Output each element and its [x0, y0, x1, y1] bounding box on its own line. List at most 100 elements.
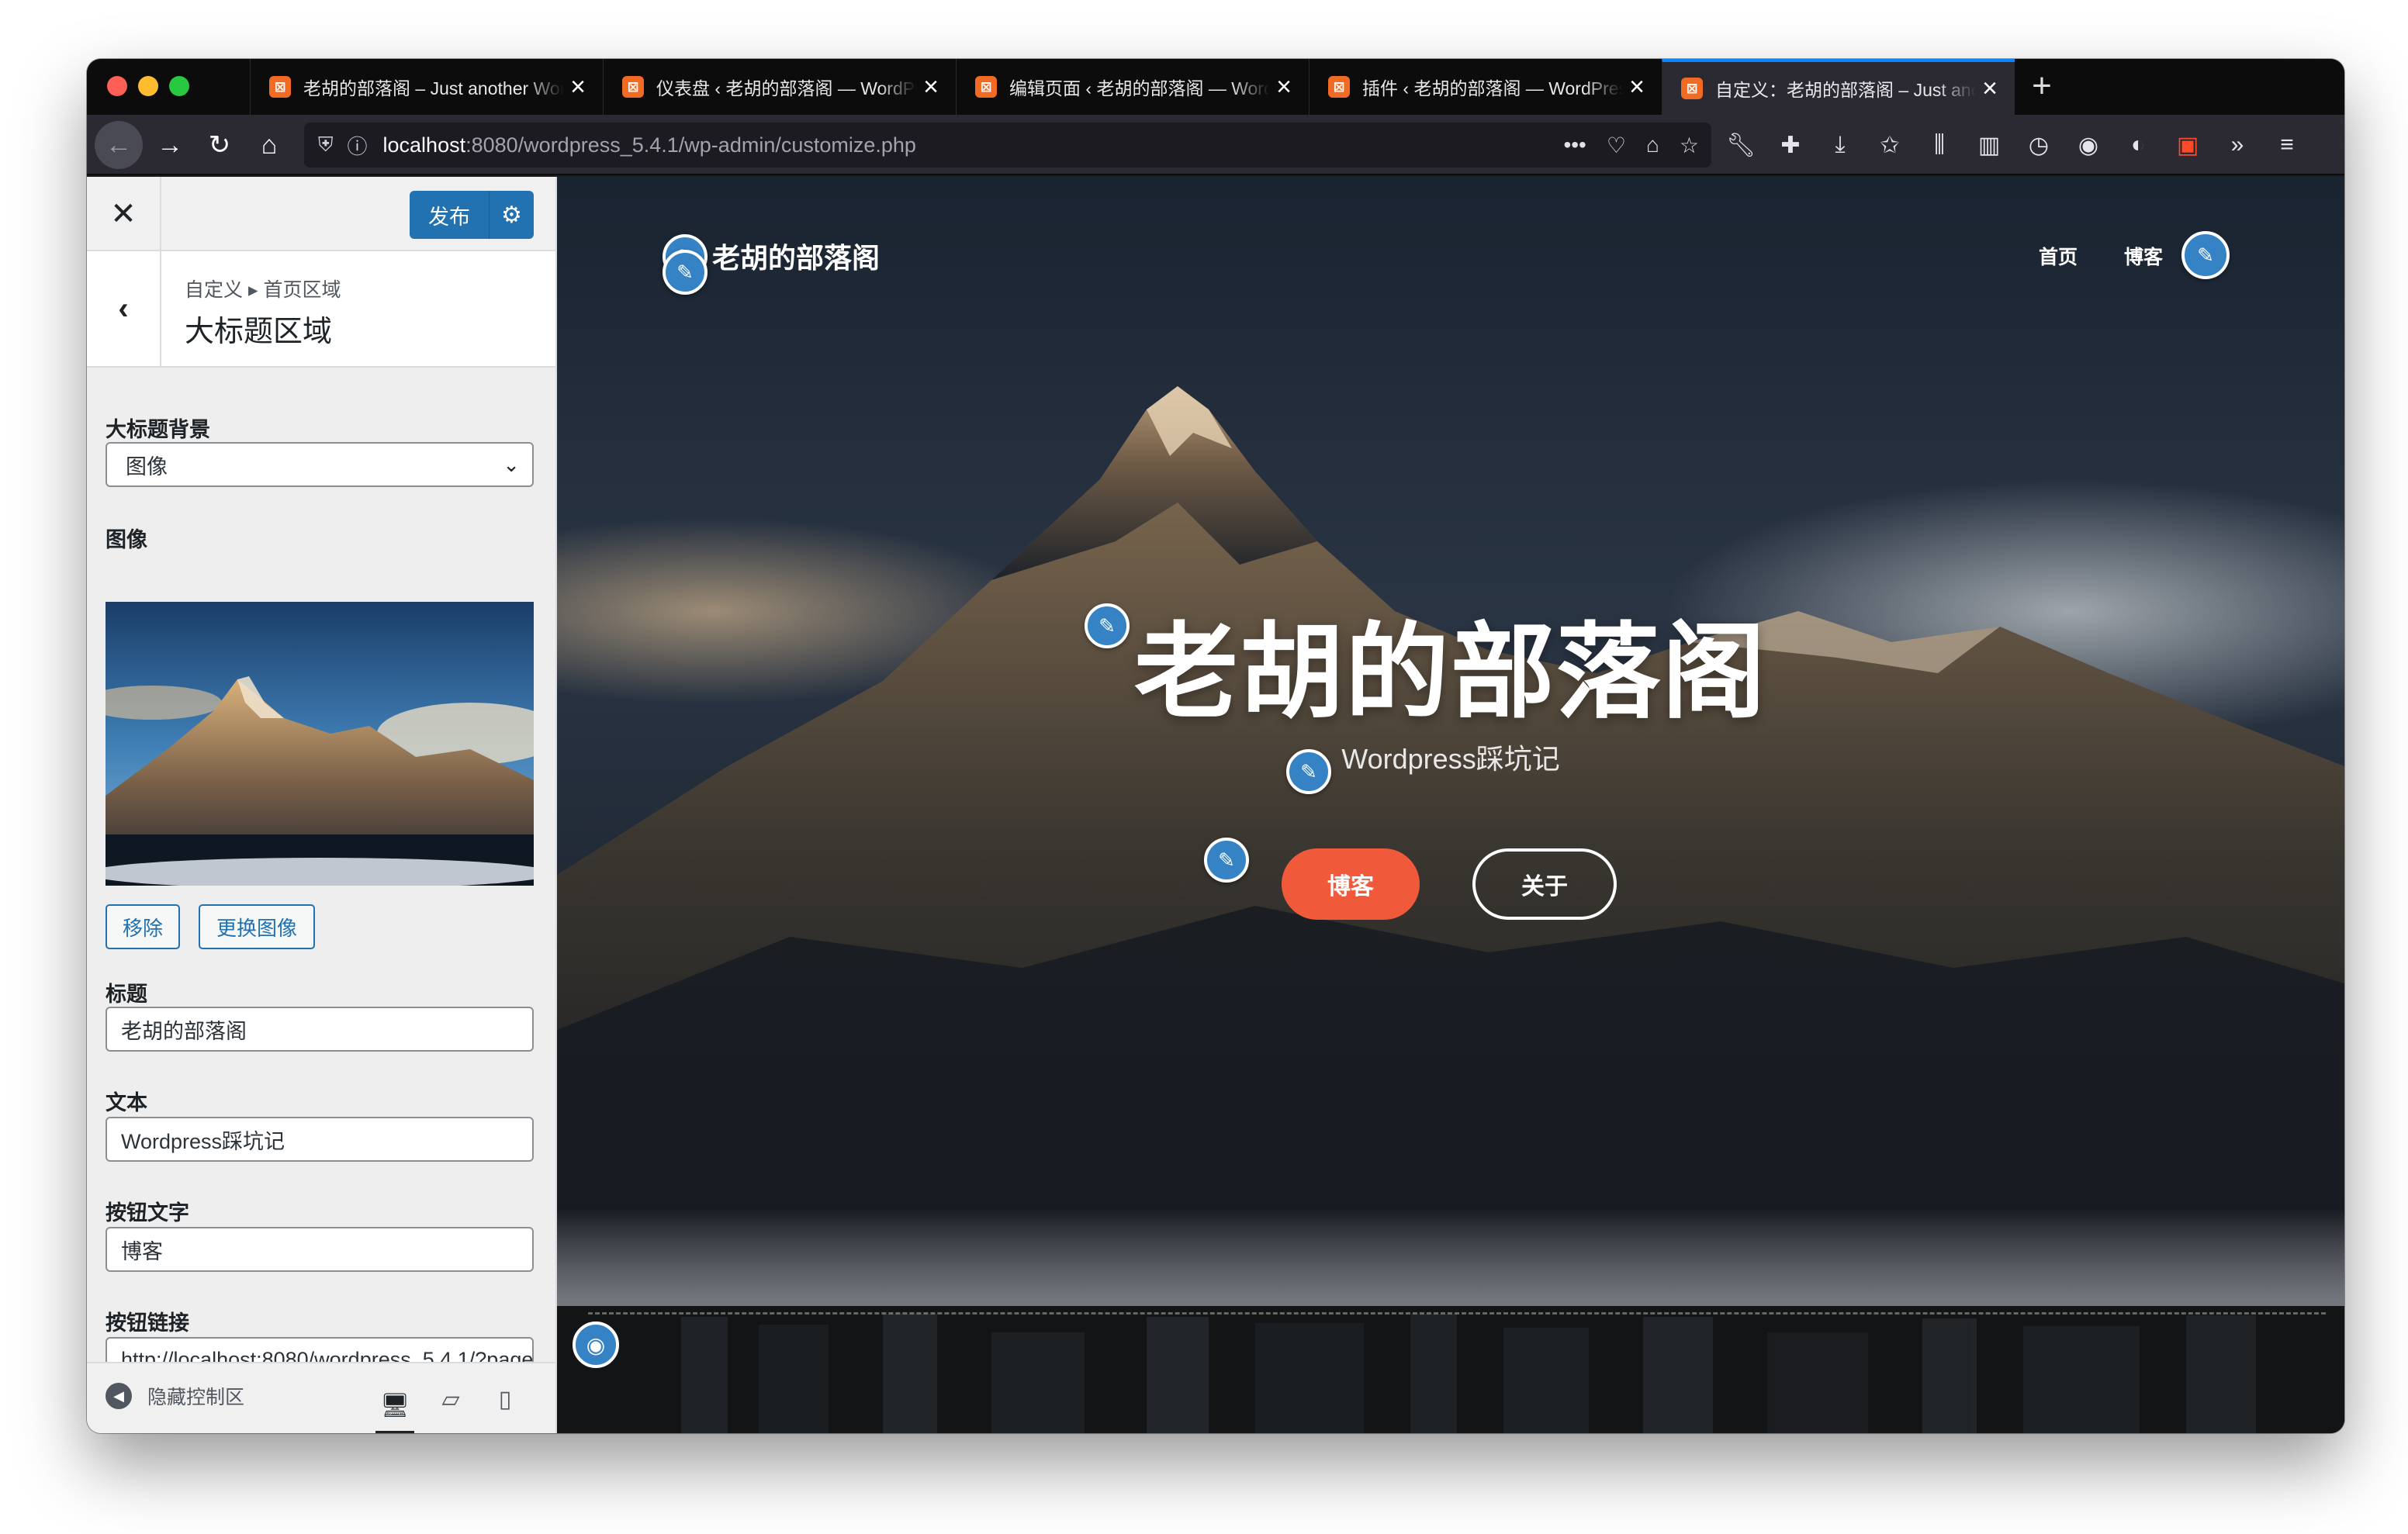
customizer-footer: ◀ 隐藏控制区 🖥︎ ▱ ▯	[87, 1362, 555, 1433]
hero-title: 老胡的部落阁	[1133, 615, 1767, 731]
tab-title: 插件 ‹ 老胡的部落阁 — WordPress	[1362, 78, 1623, 98]
text-label: 文本	[106, 1091, 147, 1114]
hero-blog-button[interactable]: 博客	[1282, 848, 1420, 920]
address-bar[interactable]: ⛨ ⓘ localhost:8080/wordpress_5.4.1/wp-ad…	[304, 123, 1711, 168]
change-image-button[interactable]: 更换图像	[199, 904, 315, 949]
zoom-window-button[interactable]	[169, 76, 189, 96]
xampp-favicon-icon: ⊠	[622, 76, 644, 98]
new-tab-icon[interactable]: +	[2022, 67, 2062, 107]
browser-window: ⊠ 老胡的部落阁 – Just another WordPress site ×…	[87, 59, 2344, 1433]
navigation-toolbar: ← → ↻ ⌂ ⛨ ⓘ localhost:8080/wordpress_5.4…	[87, 115, 2344, 175]
publish-settings-gear-icon[interactable]: ⚙	[489, 191, 534, 239]
back-arrow-icon[interactable]: ←	[95, 121, 143, 169]
url-path: :8080/wordpress_5.4.1/wp-admin/customize…	[465, 133, 916, 157]
page-content: ✕ 发布 ⚙ ‹ 自定义 ▸ 首页区域 大标题区域 大标题背景 图像 ⌄ 图像	[87, 177, 2344, 1433]
publish-label: 发布	[428, 205, 470, 229]
edit-menu-pencil-icon[interactable]: ✎	[2181, 231, 2230, 279]
close-tab-icon[interactable]: ×	[1270, 72, 1298, 102]
close-customizer-icon[interactable]: ✕	[87, 177, 161, 251]
tablet-preview-icon[interactable]: ▱	[431, 1380, 470, 1418]
hero-background-select[interactable]: 图像 ⌄	[106, 442, 534, 487]
bookmark-manager-icon[interactable]: ✩	[1873, 132, 1907, 159]
tab-title: 仪表盘 ‹ 老胡的部落阁 — WordPress	[656, 78, 917, 98]
section-header: ‹ 自定义 ▸ 首页区域 大标题区域	[87, 251, 555, 368]
close-window-button[interactable]	[107, 76, 127, 96]
section-visibility-eye-icon[interactable]: ◉	[573, 1322, 619, 1368]
wrench-icon[interactable]: 🔧︎	[1724, 132, 1758, 159]
desktop-preview-icon[interactable]: 🖥︎	[375, 1380, 414, 1433]
extensions-puzzle-icon[interactable]: ✚	[1773, 132, 1808, 159]
tab-title: 老胡的部落阁 – Just another WordPress site	[303, 78, 564, 98]
button-link-label: 按钮链接	[106, 1311, 189, 1335]
close-tab-icon[interactable]: ×	[1623, 72, 1651, 102]
browser-tab-active[interactable]: ⊠ 自定义：老胡的部落阁 – Just another WordPress si…	[1662, 59, 2015, 115]
customizer-header: ✕ 发布 ⚙	[87, 177, 555, 251]
browser-tab[interactable]: ⊠ 插件 ‹ 老胡的部落阁 — WordPress ×	[1309, 59, 1662, 115]
site-info-icon[interactable]: ⓘ	[348, 131, 368, 160]
library-icon[interactable]: ⫼	[1922, 132, 1956, 158]
tab-title: 自定义：老胡的部落阁 – Just another WordPress site	[1715, 80, 1976, 100]
tab-strip: ⊠ 老胡的部落阁 – Just another WordPress site ×…	[87, 59, 2344, 115]
hide-controls-label: 隐藏控制区	[147, 1387, 245, 1408]
hero-background-label: 大标题背景	[106, 418, 210, 441]
tab-title: 编辑页面 ‹ 老胡的部落阁 — WordPress	[1009, 78, 1270, 98]
section-title: 大标题区域	[185, 316, 333, 348]
sidebar-icon[interactable]: ▥	[1972, 132, 2006, 159]
forward-arrow-icon[interactable]: →	[149, 124, 191, 166]
overflow-chevron-icon[interactable]: »	[2220, 132, 2254, 158]
browser-tab[interactable]: ⊠ 老胡的部落阁 – Just another WordPress site ×	[250, 59, 603, 115]
section-divider	[588, 1312, 2326, 1315]
account-icon[interactable]: ◉	[2071, 132, 2105, 159]
site-title-link[interactable]: 老胡的部落阁	[712, 236, 880, 276]
xampp-favicon-icon: ⊠	[269, 76, 291, 98]
ghost-extension-icon[interactable]: ◐	[2121, 132, 2155, 158]
hero-about-button[interactable]: 关于	[1472, 848, 1617, 920]
hero-subtitle: Wordpress踩坑记	[1341, 743, 1560, 775]
hamburger-menu-icon[interactable]: ≡	[2270, 132, 2304, 158]
toolbar-icons: 🔧︎ ✚ ⤓ ✩ ⫼ ▥ ◷ ◉ ◐ ▣ » ≡	[1724, 126, 2304, 164]
hide-controls-button[interactable]: ◀ 隐藏控制区	[106, 1382, 244, 1410]
nav-link-blog[interactable]: 博客	[2124, 242, 2163, 270]
button-text-input[interactable]: 博客	[106, 1227, 534, 1272]
history-clock-icon[interactable]: ◷	[2022, 132, 2056, 159]
tracking-shield-icon[interactable]: ⛨	[318, 133, 334, 157]
chevron-down-icon: ⌄	[503, 452, 520, 476]
browser-tab[interactable]: ⊠ 仪表盘 ‹ 老胡的部落阁 — WordPress ×	[603, 59, 956, 115]
collapse-left-icon: ◀	[106, 1383, 132, 1409]
mountain-thumbnail-image	[106, 602, 534, 886]
edit-hero-buttons-pencil-icon[interactable]: ✎	[1204, 838, 1249, 883]
mobile-preview-icon[interactable]: ▯	[486, 1380, 524, 1418]
title-label: 标题	[106, 983, 147, 1006]
site-preview: ✎ ✎ 老胡的部落阁 首页 博客 ✎ ✎ 老胡的部落阁 ✎ Wordpress踩…	[557, 177, 2344, 1433]
bookmark-star-icon[interactable]: ☆	[1680, 133, 1699, 158]
reload-icon[interactable]: ↻	[199, 124, 240, 166]
close-tab-icon[interactable]: ×	[564, 72, 592, 102]
close-tab-icon[interactable]: ×	[917, 72, 945, 102]
url-text[interactable]: localhost:8080/wordpress_5.4.1/wp-admin/…	[383, 133, 916, 157]
url-host: localhost	[382, 133, 466, 157]
breadcrumb: 自定义 ▸ 首页区域	[185, 279, 341, 301]
close-tab-icon[interactable]: ×	[1976, 74, 2004, 104]
customizer-sidebar: ✕ 发布 ⚙ ‹ 自定义 ▸ 首页区域 大标题区域 大标题背景 图像 ⌄ 图像	[87, 177, 557, 1433]
home-icon[interactable]: ⌂	[248, 124, 290, 166]
hero-image-thumbnail[interactable]	[106, 602, 534, 886]
browser-tab[interactable]: ⊠ 编辑页面 ‹ 老胡的部落阁 — WordPress ×	[956, 59, 1309, 115]
download-icon[interactable]: ⤓	[1823, 132, 1857, 158]
title-input[interactable]: 老胡的部落阁	[106, 1007, 534, 1052]
page-actions-icon[interactable]: •••	[1563, 133, 1586, 158]
minimize-window-button[interactable]	[138, 76, 158, 96]
address-bar-actions: ••• ♡ ⌂ ☆	[1563, 133, 1699, 158]
nav-link-home[interactable]: 首页	[2039, 242, 2078, 270]
edit-logo-pencil-icon[interactable]: ✎	[663, 250, 708, 295]
remove-image-button[interactable]: 移除	[106, 904, 180, 949]
xampp-favicon-icon: ⊠	[1681, 78, 1703, 99]
hero-background-value: 图像	[126, 454, 168, 479]
text-input[interactable]: Wordpress踩坑记	[106, 1117, 534, 1162]
back-chevron-icon[interactable]: ‹	[87, 251, 161, 366]
pocket-icon[interactable]: ♡	[1607, 133, 1626, 158]
translate-extension-icon[interactable]: ▣	[2171, 132, 2205, 159]
hero-background-image	[557, 177, 2344, 1433]
publish-button[interactable]: 发布 ⚙	[410, 191, 534, 239]
home-extension-icon[interactable]: ⌂	[1646, 133, 1659, 158]
image-label: 图像	[106, 528, 147, 551]
